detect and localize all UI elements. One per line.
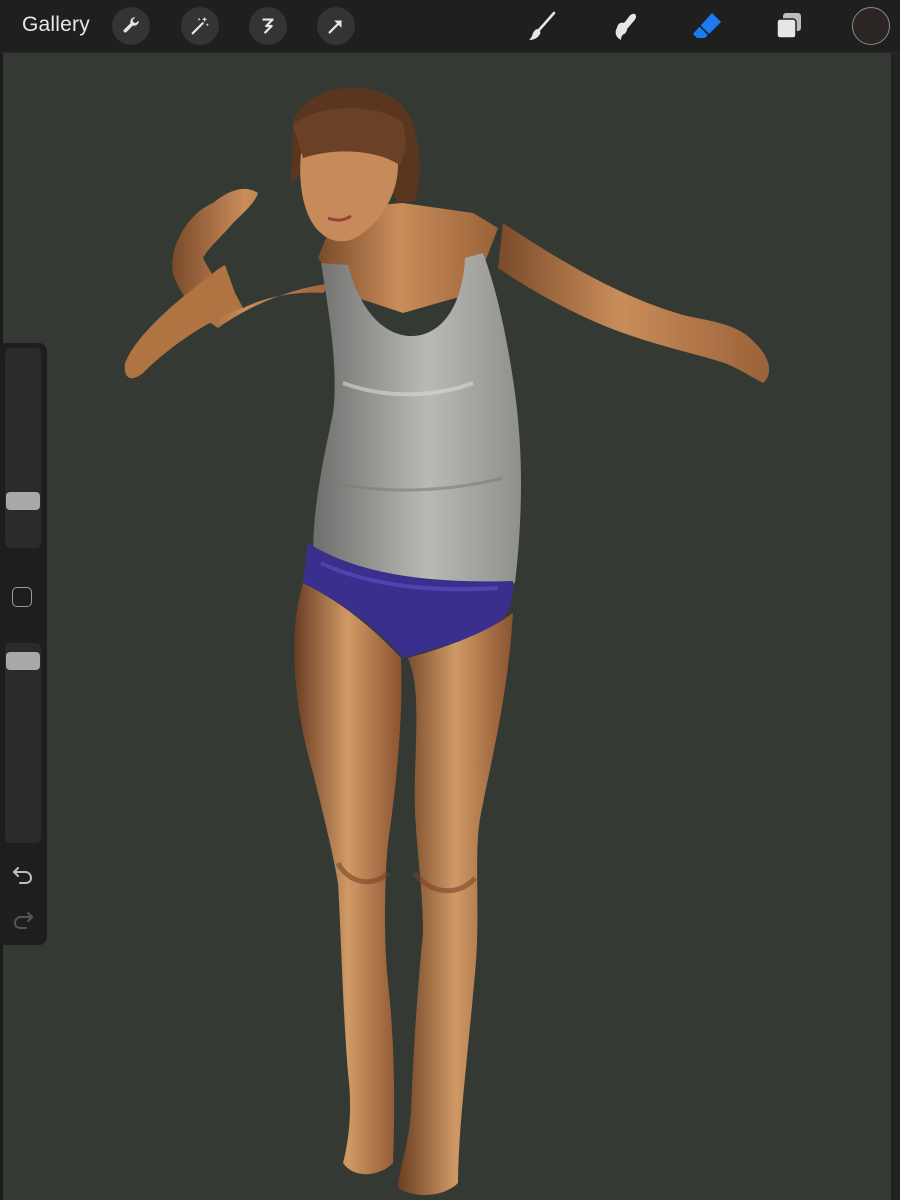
selection-icon — [262, 18, 274, 34]
layers-icon — [776, 13, 801, 39]
undo-icon[interactable] — [10, 862, 36, 888]
layers-button[interactable] — [769, 6, 809, 46]
brush-size-slider[interactable] — [5, 348, 41, 548]
transform-arrow-icon — [328, 20, 342, 34]
brush-size-thumb[interactable] — [6, 491, 40, 510]
top-toolbar: Gallery — [0, 0, 900, 53]
smudge-icon — [615, 13, 637, 40]
drawing-canvas[interactable] — [3, 53, 891, 1200]
eraser-icon — [693, 13, 721, 38]
redo-icon[interactable] — [10, 907, 36, 933]
brush-opacity-slider[interactable] — [5, 643, 41, 843]
adjustments-button[interactable] — [181, 7, 219, 45]
gallery-button[interactable]: Gallery — [22, 13, 90, 37]
transform-button[interactable] — [317, 7, 355, 45]
painting-figure — [124, 87, 770, 1195]
brush-tool-button[interactable] — [523, 6, 563, 46]
modify-square-icon[interactable] — [12, 587, 32, 607]
smudge-tool-button[interactable] — [605, 6, 645, 46]
eraser-tool-button[interactable] — [687, 6, 727, 46]
canvas-edge — [891, 53, 900, 1200]
sidebar — [0, 343, 47, 945]
brush-opacity-thumb[interactable] — [6, 652, 40, 671]
brush-icon — [529, 11, 556, 40]
actions-button[interactable] — [112, 7, 150, 45]
color-swatch[interactable] — [852, 7, 890, 45]
wrench-icon — [123, 17, 139, 33]
left-leg — [294, 583, 402, 1175]
magic-wand-icon — [191, 16, 209, 35]
right-leg — [398, 613, 513, 1195]
selection-button[interactable] — [249, 7, 287, 45]
